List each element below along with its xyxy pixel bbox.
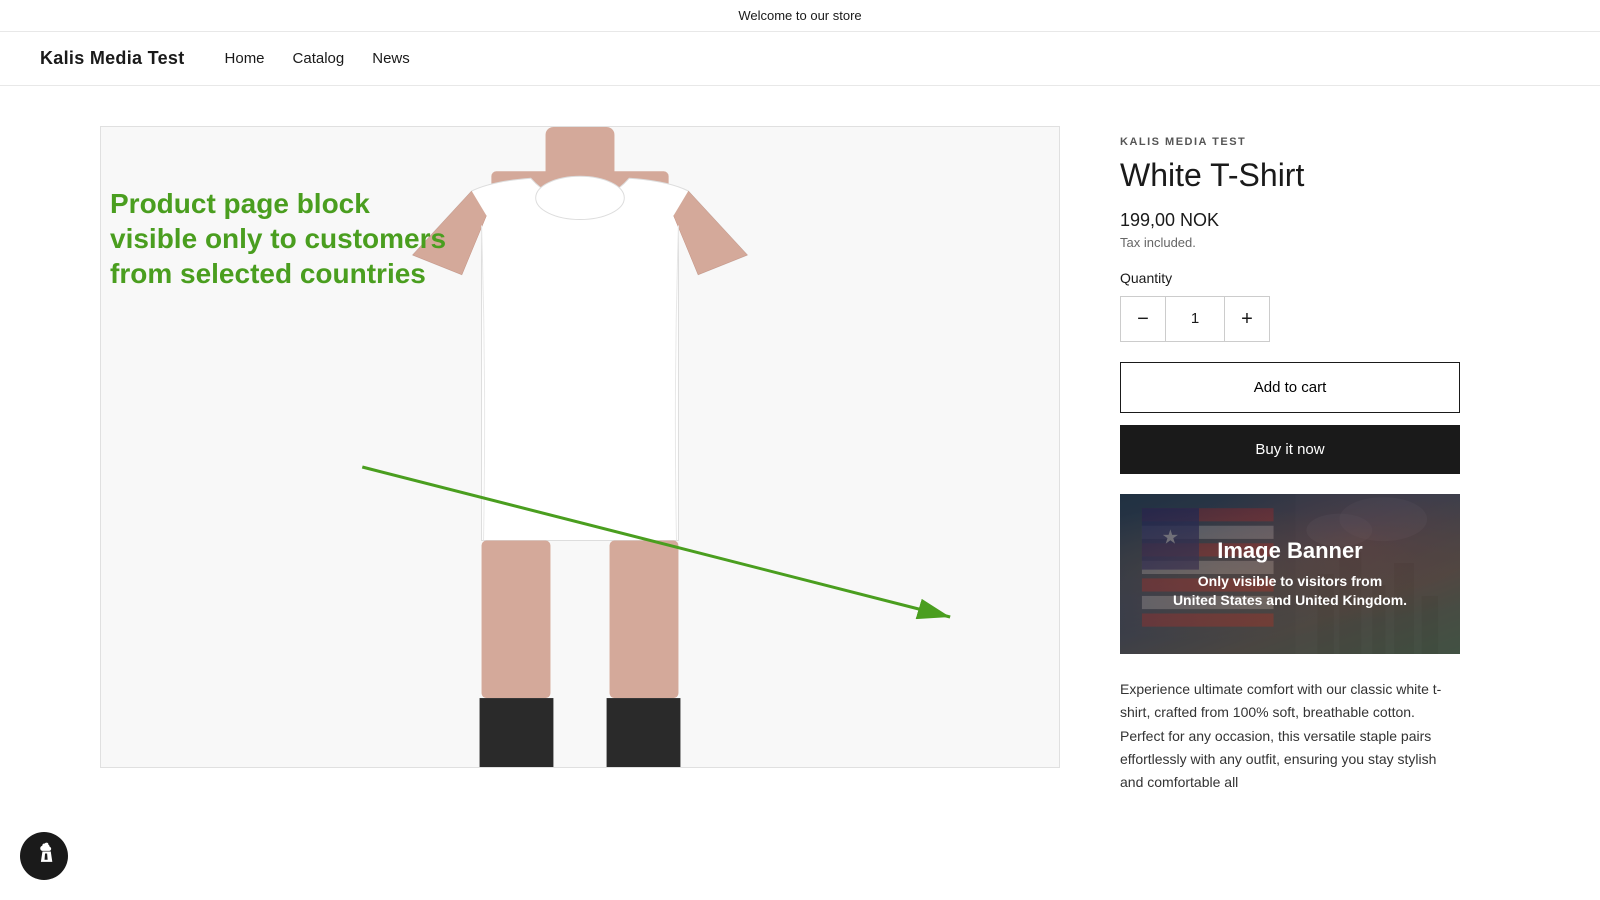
product-title: White T-Shirt (1120, 156, 1460, 194)
nav-link-home[interactable]: Home (225, 50, 265, 67)
banner-text-container: Image Banner Only visible to visitors fr… (1173, 538, 1407, 611)
announcement-text: Welcome to our store (738, 8, 861, 23)
nav-link-news[interactable]: News (372, 50, 410, 67)
product-tshirt-image (101, 127, 1059, 767)
product-image-container (100, 126, 1060, 768)
quantity-increase-button[interactable]: + (1225, 297, 1269, 341)
product-details: KALIS MEDIA TEST White T-Shirt 199,00 NO… (1120, 126, 1460, 794)
header-left: Kalis Media Test Home Catalog News (40, 48, 410, 69)
image-banner: ★ Image Banner Only visible to visitors … (1120, 494, 1460, 654)
tax-note: Tax included. (1120, 235, 1460, 250)
product-price: 199,00 NOK (1120, 210, 1460, 231)
shopify-badge[interactable] (20, 832, 68, 880)
quantity-control: − 1 + (1120, 296, 1270, 342)
cart-button[interactable] (1552, 55, 1560, 63)
add-to-cart-button[interactable]: Add to cart (1120, 362, 1460, 413)
product-image-section: Product page block visible only to custo… (100, 126, 1060, 794)
product-description: Experience ultimate comfort with our cla… (1120, 678, 1460, 793)
brand-label: KALIS MEDIA TEST (1120, 136, 1460, 148)
announcement-bar: Welcome to our store (0, 0, 1600, 32)
nav-link-catalog[interactable]: Catalog (293, 50, 345, 67)
quantity-decrease-button[interactable]: − (1121, 297, 1165, 341)
header-icons (1528, 55, 1560, 63)
buy-now-button[interactable]: Buy it now (1120, 425, 1460, 474)
quantity-value: 1 (1165, 297, 1225, 341)
shopify-icon (31, 840, 57, 872)
search-button[interactable] (1528, 55, 1536, 63)
store-name: Kalis Media Test (40, 48, 185, 69)
main-content: Product page block visible only to custo… (100, 86, 1500, 834)
banner-subtitle: Only visible to visitors from United Sta… (1173, 572, 1407, 611)
nav: Home Catalog News (225, 50, 410, 67)
header: Kalis Media Test Home Catalog News (0, 32, 1600, 86)
quantity-label: Quantity (1120, 270, 1460, 286)
banner-title: Image Banner (1173, 538, 1407, 564)
